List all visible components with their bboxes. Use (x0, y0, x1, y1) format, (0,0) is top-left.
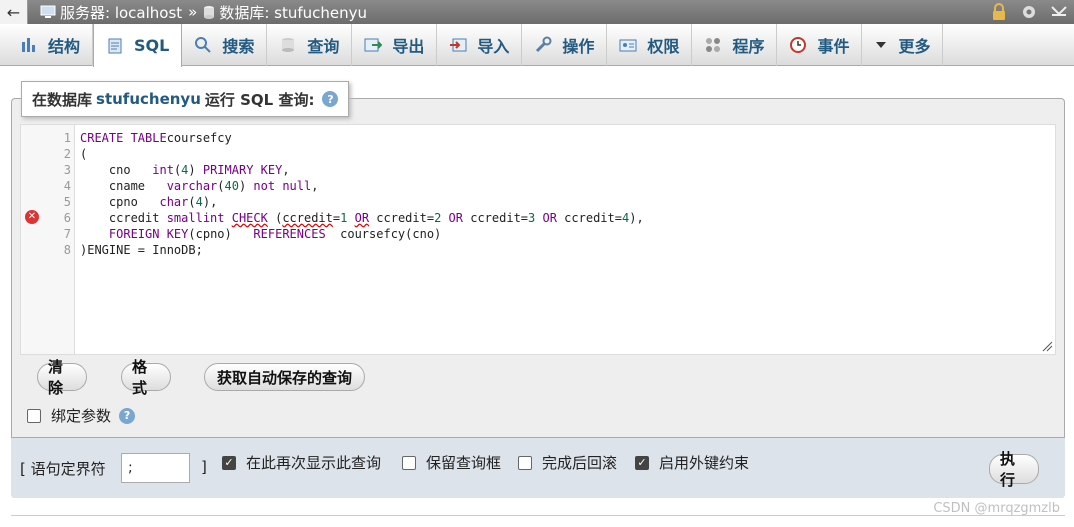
gear-icon[interactable] (1020, 3, 1038, 21)
line-number: 8 (63, 243, 71, 257)
back-arrow-icon: ← (6, 2, 21, 22)
help-icon[interactable]: ? (119, 407, 136, 424)
tab-events[interactable]: 事件 (777, 24, 863, 66)
line-number: 7 (63, 227, 71, 241)
database-label[interactable]: 数据库: stufuchenyu (219, 2, 367, 23)
clear-button-label: 清除 (48, 358, 64, 397)
checkbox-checked-icon[interactable]: ✓ (635, 455, 649, 470)
help-icon[interactable]: ? (322, 91, 339, 107)
tab-export[interactable]: 导出 (352, 24, 438, 66)
checkbox-checked-icon[interactable]: ✓ (222, 455, 236, 470)
line-number: 6 (63, 211, 71, 225)
caret-down-icon (876, 42, 887, 48)
checkbox-box[interactable] (402, 455, 416, 470)
checkbox-box[interactable] (518, 455, 532, 470)
execute-button-label: 执行 (1000, 450, 1016, 489)
tab-import[interactable]: 导入 (437, 24, 523, 66)
tab-label: 查询 (307, 37, 340, 56)
maximize-icon[interactable] (1050, 3, 1068, 21)
get-autosaved-query-button[interactable]: 获取自动保存的查询 (204, 363, 365, 391)
show-query-again-checkbox[interactable]: ✓ 在此再次显示此查询 (222, 452, 381, 473)
events-icon (790, 37, 807, 53)
delimiter-bracket: ] (201, 458, 207, 476)
retain-query-box-checkbox[interactable]: 保留查询框 (402, 452, 501, 473)
format-button-label: 格式 (132, 358, 148, 397)
panel-title: 在数据库 stufuchenyu 运行 SQL 查询: ? (21, 81, 350, 117)
tab-label: 更多 (898, 37, 931, 56)
breadcrumb-server[interactable]: 服务器: localhost (40, 2, 182, 23)
tab-label: 权限 (647, 37, 680, 56)
main-tab-bar: 结构 SQL 搜索 查询 导出 导入 操作 权限 程序 事件 更多 (0, 24, 1074, 67)
routines-icon (706, 38, 721, 52)
tab-structure[interactable]: 结构 (8, 24, 94, 66)
top-breadcrumb-bar: ← 服务器: localhost » 数据库: stufuchenyu (0, 0, 1074, 24)
lock-icon[interactable] (990, 3, 1008, 21)
execute-button[interactable]: 执行 (989, 450, 1039, 489)
delimiter-value: ; (128, 460, 133, 476)
delimiter-label: [ 语句定界符 (20, 460, 106, 478)
tab-label: 导出 (392, 37, 425, 56)
error-marker-icon[interactable]: ✕ (25, 210, 39, 224)
tab-operations[interactable]: 操作 (522, 24, 608, 66)
clear-button[interactable]: 清除 (37, 358, 87, 397)
tab-label: 操作 (562, 37, 595, 56)
bind-parameters-checkbox[interactable]: 绑定参数 ? (27, 405, 136, 426)
enable-foreign-keys-checkbox[interactable]: ✓ 启用外键约束 (635, 452, 749, 473)
divider (11, 515, 1065, 516)
tab-routines[interactable]: 程序 (692, 24, 778, 66)
autosave-button-label: 获取自动保存的查询 (216, 368, 352, 387)
tab-search[interactable]: 搜索 (182, 24, 268, 66)
resize-handle-icon[interactable] (1041, 340, 1053, 352)
tab-label: 事件 (817, 37, 850, 56)
delimiter-input[interactable]: ; (121, 453, 190, 483)
database-icon (204, 6, 215, 19)
tab-label: 结构 (48, 37, 81, 56)
tab-label: SQL (134, 36, 170, 55)
checkbox-box[interactable] (27, 408, 41, 423)
privileges-icon (619, 39, 637, 52)
breadcrumb-database[interactable]: 数据库: stufuchenyu (203, 2, 367, 23)
server-label[interactable]: 服务器: localhost (60, 2, 182, 23)
export-icon (364, 38, 383, 52)
breadcrumb-separator: » (188, 3, 198, 21)
option-label: 保留查询框 (426, 454, 502, 472)
tab-more[interactable]: 更多 (862, 24, 944, 66)
collapse-nav-button[interactable]: ← (0, 0, 28, 24)
sql-icon (108, 38, 122, 53)
tab-label: 导入 (477, 37, 510, 56)
title-db-name[interactable]: stufuchenyu (96, 90, 201, 108)
structure-icon (22, 38, 35, 52)
line-number: 4 (63, 179, 71, 193)
option-label: 在此再次显示此查询 (246, 454, 382, 472)
line-number: 1 (63, 131, 71, 145)
watermark-text: CSDN @mrqzgmzlb (933, 501, 1060, 516)
line-number: 2 (63, 147, 71, 161)
line-number: 3 (63, 163, 71, 177)
wrench-icon (536, 36, 552, 53)
tab-sql[interactable]: SQL (93, 24, 183, 67)
tab-label: 程序 (732, 37, 765, 56)
bind-parameters-label: 绑定参数 (51, 407, 112, 425)
sql-editor[interactable]: 1 2 3 4 5 ✕ 6 7 8 CREATE TABLEcoursefcy( … (20, 124, 1056, 355)
line-number: 5 (63, 195, 71, 209)
import-icon (450, 38, 467, 52)
title-suffix: 运行 SQL 查询: (204, 90, 315, 109)
tab-query[interactable]: 查询 (267, 24, 353, 66)
format-button[interactable]: 格式 (121, 358, 171, 397)
rollback-when-finished-checkbox[interactable]: 完成后回滚 (518, 452, 617, 473)
search-icon (195, 37, 212, 53)
option-label: 启用外键约束 (659, 454, 750, 472)
tab-label: 搜索 (222, 37, 255, 56)
option-label: 完成后回滚 (542, 454, 618, 472)
query-icon (282, 38, 295, 52)
tab-privileges[interactable]: 权限 (607, 24, 693, 66)
title-prefix: 在数据库 (32, 90, 93, 109)
server-icon (40, 5, 56, 18)
